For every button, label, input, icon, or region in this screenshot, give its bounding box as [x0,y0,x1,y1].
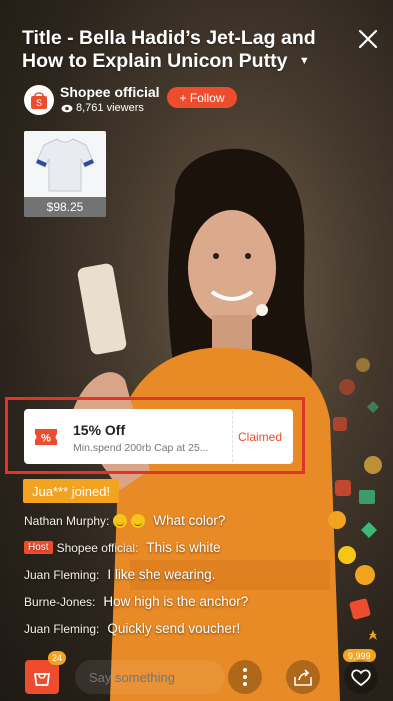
voucher-divider [232,411,233,462]
eye-icon [61,104,73,112]
chat-text: Quickly send voucher! [107,621,241,636]
share-button[interactable] [286,660,320,694]
chat-message: Nathan Murphy: What color? [24,513,225,528]
voucher-claimed-status[interactable]: Claimed [238,430,282,444]
shopping-bag-icon [33,673,51,686]
chat-text: What color? [153,513,226,528]
share-icon [294,669,312,686]
caret-down-icon[interactable]: ▼ [299,55,310,67]
viewer-count-text: 8,761 viewers [76,102,144,114]
shopping-bag-button[interactable] [25,660,59,694]
svg-text:S: S [36,98,42,108]
chat-message: Burne-Jones: How high is the anchor? [24,594,248,609]
voucher-title: 15% Off [73,422,126,438]
like-button[interactable] [344,660,378,694]
chat-username: Burne-Jones: [24,594,96,609]
heart-icon [351,669,371,687]
svg-text:%: % [41,433,51,445]
chat-username: Shopee official: [56,540,139,555]
chat-message: Juan Fleming: I like she wearing. [24,567,215,582]
shop-avatar[interactable]: S [24,85,54,115]
cart-count-badge: 24 [48,651,67,665]
shopee-bag-icon: S [31,92,47,109]
voucher-card[interactable]: % 15% Off Min.spend 200rb Cap at 25... C… [24,409,293,464]
chat-text: This is white [146,540,221,555]
stream-title[interactable]: Title - Bella Hadid’s Jet-Lag and How to… [22,27,322,73]
more-button[interactable] [228,660,262,694]
smile-emoji-icon [113,513,128,528]
follow-button[interactable]: + Follow [167,87,237,108]
floating-reactions [328,358,382,640]
voucher-subtitle: Min.spend 200rb Cap at 25... [73,442,209,454]
join-notification: Jua*** joined! [23,479,120,503]
chat-text: I like she wearing. [107,567,216,582]
chat-username: Nathan Murphy: [24,513,110,528]
chat-message: Juan Fleming: Quickly send voucher! [24,621,240,636]
chat-message: Host Shopee official: This is white [24,540,221,555]
chat-input[interactable] [75,660,225,694]
chat-text: How high is the anchor? [103,594,249,609]
live-stream-screen: Title - Bella Hadid’s Jet-Lag and How to… [0,0,393,701]
product-price: $98.25 [24,197,106,217]
viewer-count: 8,761 viewers [61,102,144,114]
voucher-percent-icon: % [35,429,57,445]
close-icon[interactable] [355,26,381,52]
more-vertical-icon [243,668,247,686]
host-badge: Host [24,541,53,554]
shop-name[interactable]: Shopee official [60,84,160,100]
tshirt-icon [24,131,106,197]
stream-title-text: Title - Bella Hadid’s Jet-Lag and How to… [22,27,316,72]
smile-emoji-icon [131,513,146,528]
chat-username: Juan Fleming: [24,621,100,636]
product-card[interactable]: $98.25 [24,131,106,217]
chat-username: Juan Fleming: [24,567,100,582]
